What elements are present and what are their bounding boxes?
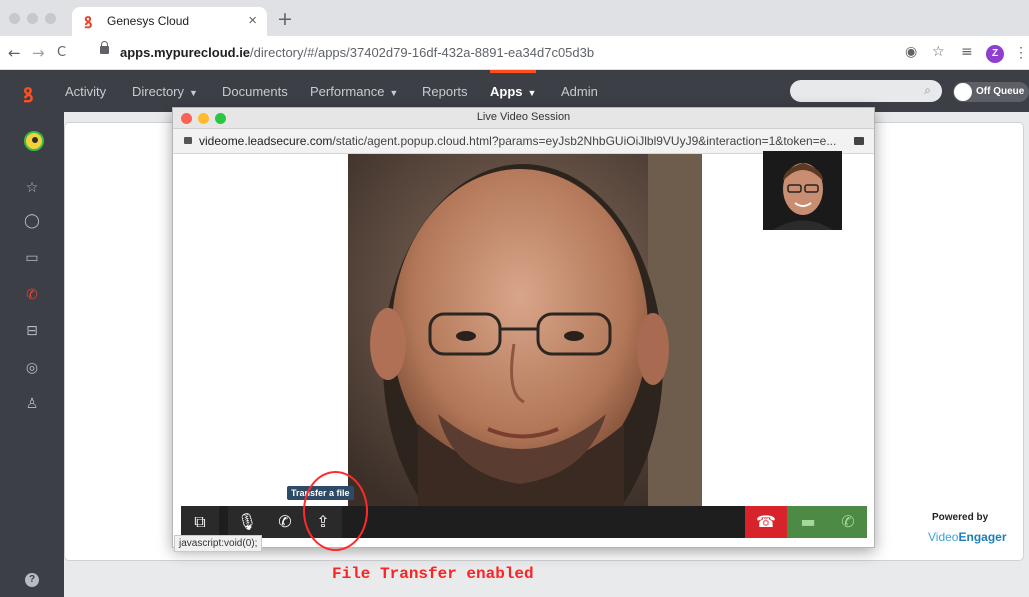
bookmark-star-icon[interactable]: ☆ <box>932 44 945 60</box>
nav-admin[interactable]: Admin <box>561 84 598 99</box>
new-tab-button[interactable]: + <box>277 8 293 30</box>
profile-avatar[interactable]: Z <box>986 45 1004 63</box>
annotation-text: File Transfer enabled <box>332 565 534 583</box>
search-input[interactable]: ⌕ <box>790 80 942 102</box>
back-button[interactable]: ← <box>8 44 21 62</box>
genesys-logo-icon[interactable]: ꝸ <box>23 81 34 108</box>
support-icon[interactable]: ◎ <box>22 360 42 376</box>
queue-toggle-label: Off Queue <box>976 86 1025 97</box>
screen-share-icon[interactable]: ⧉ <box>181 506 219 538</box>
location-icon[interactable]: ◉ <box>905 44 917 60</box>
hang-up-button[interactable]: ☎ <box>745 506 787 538</box>
phone-settings-icon[interactable]: ✆ <box>266 506 304 538</box>
user-avatar[interactable] <box>24 131 44 151</box>
toggle-knob <box>954 83 972 101</box>
powered-by-label: Powered by <box>932 512 989 523</box>
inbox-icon[interactable]: ⊟ <box>22 323 42 339</box>
help-icon[interactable]: ? <box>25 573 39 587</box>
lock-icon <box>184 137 192 144</box>
person-audio-icon[interactable]: ♙ <box>22 396 42 412</box>
popup-title: Live Video Session <box>476 111 571 123</box>
tab-close-icon[interactable]: × <box>248 12 257 29</box>
video-stage <box>181 151 867 509</box>
chevron-down-icon: ▼ <box>389 88 399 98</box>
nav-reports[interactable]: Reports <box>422 84 468 99</box>
videoengager-logo: VideoEngager <box>928 530 1007 544</box>
popup-titlebar: Live Video Session <box>173 108 874 129</box>
local-video-thumbnail[interactable] <box>763 151 842 230</box>
lock-icon <box>100 41 109 54</box>
phone-icon[interactable]: ✆ <box>22 287 42 303</box>
video-icon[interactable]: ▭ <box>22 250 42 266</box>
nav-activity[interactable]: Activity <box>65 84 106 99</box>
genesys-logo-icon: ꝸ <box>84 13 93 32</box>
forward-button[interactable]: → <box>32 44 45 62</box>
live-video-popup: Live Video Session videome.leadsecure.co… <box>172 107 875 548</box>
remote-video <box>348 154 702 507</box>
queue-toggle[interactable]: Off Queue <box>953 82 1029 102</box>
camera-icon <box>854 137 864 145</box>
tab-title: Genesys Cloud <box>107 14 190 28</box>
person-face-illustration <box>348 154 702 507</box>
nav-documents[interactable]: Documents <box>222 84 288 99</box>
link-status-bar: javascript:void(0); <box>174 535 263 552</box>
nav-apps[interactable]: Apps ▼ <box>490 84 536 99</box>
window-minimize-dot[interactable] <box>27 13 38 24</box>
window-zoom-dot[interactable] <box>45 13 56 24</box>
address-bar[interactable]: apps.mypurecloud.ie/directory/#/apps/374… <box>98 41 958 65</box>
browser-toolbar: ← → C apps.mypurecloud.ie/directory/#/ap… <box>0 36 1029 70</box>
call-controls: ⧉ 🎙 ✆ ⇪ ☎ ▬ ✆ <box>181 506 867 538</box>
more-menu-icon[interactable]: ⋮ <box>1014 44 1028 61</box>
nav-directory[interactable]: Directory ▼ <box>132 84 198 99</box>
chevron-down-icon: ▼ <box>527 88 537 98</box>
address-url: apps.mypurecloud.ie/directory/#/apps/374… <box>120 45 595 60</box>
video-toggle-button[interactable]: ▬ <box>787 506 829 538</box>
browser-window: ꝸ Genesys Cloud × + ← → C apps.mypureclo… <box>0 0 1029 597</box>
nav-performance[interactable]: Performance ▼ <box>310 84 398 99</box>
popup-url: videome.leadsecure.com/static/agent.popu… <box>199 134 837 148</box>
reload-button[interactable]: C <box>57 45 66 60</box>
agent-face-illustration <box>763 151 842 230</box>
star-icon[interactable]: ☆ <box>22 180 42 196</box>
chevron-down-icon: ▼ <box>189 88 198 98</box>
search-icon: ⌕ <box>924 83 931 97</box>
call-button[interactable]: ✆ <box>829 506 867 538</box>
reading-list-icon[interactable]: ≡ <box>961 44 973 60</box>
microphone-icon[interactable]: 🎙 <box>228 506 266 538</box>
annotation-circle <box>303 471 368 551</box>
browser-tab[interactable]: ꝸ Genesys Cloud × <box>72 7 267 36</box>
tab-strip: ꝸ Genesys Cloud × + <box>0 0 1029 36</box>
active-nav-indicator <box>490 70 536 73</box>
window-close-dot[interactable] <box>9 13 20 24</box>
chat-icon[interactable]: ◯ <box>22 213 42 229</box>
